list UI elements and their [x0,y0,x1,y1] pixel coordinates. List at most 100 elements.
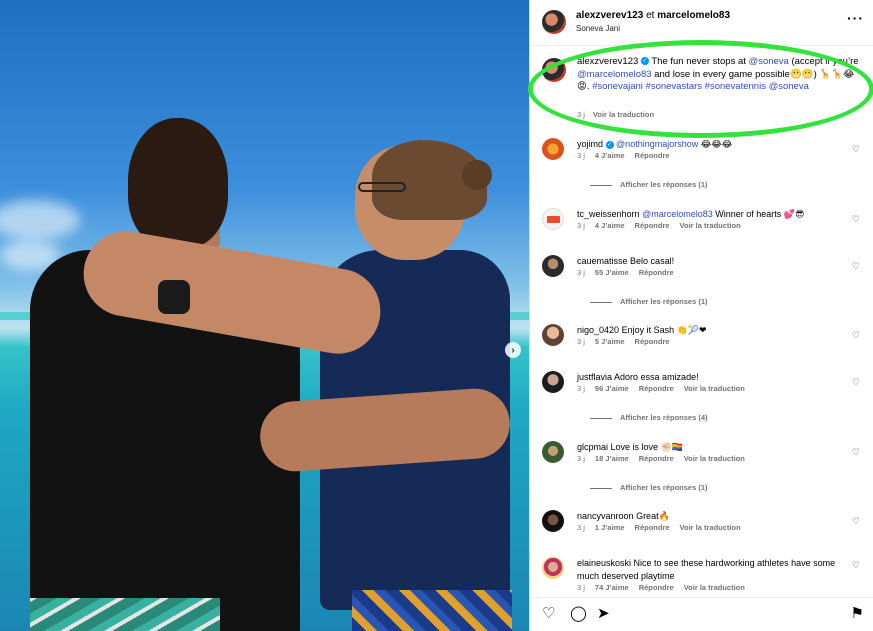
reply-button[interactable]: Répondre [635,221,670,230]
heart-icon[interactable]: ♡ [852,330,860,341]
heart-icon[interactable]: ♡ [852,516,860,527]
coauthor-link[interactable]: marcelomelo83 [657,10,730,21]
hair-bun [462,160,492,190]
verified-badge-icon: ✓ [640,57,649,66]
caption-username[interactable]: alexzverev123 [577,56,638,67]
avatar[interactable] [542,10,566,34]
heart-icon[interactable]: ♡ [852,447,860,458]
view-replies-button[interactable]: Afficher les réponses (1) [590,297,708,306]
comment-username[interactable]: nancyvanroon [577,511,634,521]
reply-button[interactable]: Répondre [639,268,674,277]
caption-segment: The fun never stops at [651,56,749,67]
post-panel: alexzverev123 et marcelomelo83 Soneva Ja… [529,0,873,631]
translate-link[interactable]: Voir la traduction [684,384,745,393]
reply-button[interactable]: Répondre [639,454,674,463]
timestamp: 3 j [577,110,585,119]
likes-count[interactable]: 74 J’aime [595,583,629,592]
heart-icon[interactable]: ♡ [852,144,860,155]
view-replies-button[interactable]: Afficher les réponses (1) [590,180,708,189]
mention-link[interactable]: @soneva [749,56,789,67]
translate-link[interactable]: Voir la traduction [684,454,745,463]
likes-count[interactable]: 1 J’aime [595,523,625,532]
translate-link[interactable]: Voir la traduction [593,110,654,119]
comment-username[interactable]: tc_weissenhorn [577,209,640,219]
avatar[interactable] [542,208,564,230]
avatar[interactable] [542,441,564,463]
view-replies-button[interactable]: Afficher les réponses (4) [590,413,708,422]
comment-body: Enjoy it Sash 👏🎾❤ [621,325,707,335]
translate-link[interactable]: Voir la traduction [680,221,741,230]
more-horizontal-icon: ··· [847,10,864,26]
mention-link[interactable]: @nothingmajorshow [616,139,698,149]
view-replies-button[interactable]: Afficher les réponses (1) [590,483,708,492]
comment-body: 😂😂😂 [698,139,733,149]
heart-icon[interactable]: ♡ [852,214,860,225]
post-photo: › [0,0,529,631]
timestamp: 3 j [577,337,585,346]
next-photo-button[interactable]: › [505,342,521,358]
heart-icon[interactable]: ♡ [542,606,555,622]
avatar[interactable] [542,371,564,393]
comment-meta: 3 j 1 J’aime Répondre Voir la traduction [577,523,751,532]
reply-button[interactable]: Répondre [639,384,674,393]
avatar[interactable] [542,138,564,160]
person-left-head [128,118,228,248]
hashtag-links[interactable]: #sonevajani #sonevastars #sonevatennis [592,81,766,92]
likes-count[interactable]: 4 J’aime [595,151,625,160]
timestamp: 3 j [577,268,585,277]
watch [158,280,190,314]
avatar[interactable] [542,255,564,277]
likes-count[interactable]: 55 J’aime [595,268,629,277]
comment-text: yojimd ✓ @nothingmajorshow 😂😂😂 [577,138,842,151]
likes-count[interactable]: 5 J’aime [595,337,625,346]
comment-username[interactable]: glcpmai [577,442,608,452]
likes-count[interactable]: 18 J’aime [595,454,629,463]
avatar[interactable] [542,557,564,579]
heart-icon[interactable]: ♡ [852,261,860,272]
shorts-left [30,598,220,631]
avatar[interactable] [542,510,564,532]
likes-count[interactable]: 4 J’aime [595,221,625,230]
more-options-button[interactable]: ··· [847,11,864,25]
comment-username[interactable]: nigo_0420 [577,325,619,335]
reply-button[interactable]: Répondre [635,523,670,532]
comment-text: nancyvanroon Great🔥 [577,510,842,523]
comment-username[interactable]: cauematisse [577,256,628,266]
reply-button[interactable]: Répondre [635,337,670,346]
reply-button[interactable]: Répondre [635,151,670,160]
likes-count[interactable]: 96 J’aime [595,384,629,393]
reply-button[interactable]: Répondre [639,583,674,592]
avatar[interactable] [542,58,566,82]
author-link[interactable]: alexzverev123 [576,10,643,21]
chevron-right-icon: › [511,344,515,356]
bookmark-icon[interactable]: ⚑ [851,606,864,622]
comment-text: elaineuskoski Nice to see these hardwork… [577,557,842,583]
comment-meta: 3 j 4 J’aime Répondre Voir la traduction [577,221,751,230]
caption-segment: (accept if you’re [788,56,859,67]
comment-meta: 3 j 18 J’aime Répondre Voir la traduction [577,454,755,463]
comment-username[interactable]: yojimd [577,139,603,149]
comment-username[interactable]: justflavia [577,372,612,382]
mention-link[interactable]: @marcelomelo83 [577,69,652,80]
comment-meta: 3 j 5 J’aime Répondre [577,337,680,346]
comment-text: cauematisse Belo casal! [577,255,842,268]
caption-text: alexzverev123 ✓ The fun never stops at @… [577,56,862,94]
comment-username[interactable]: elaineuskoski [577,558,631,568]
mention-link[interactable]: @marcelomelo83 [642,209,713,219]
post-header: alexzverev123 et marcelomelo83 Soneva Ja… [530,0,873,46]
timestamp: 3 j [577,523,585,532]
avatar[interactable] [542,324,564,346]
translate-link[interactable]: Voir la traduction [684,583,745,592]
translate-link[interactable]: Voir la traduction [680,523,741,532]
verified-badge-icon: ✓ [605,140,614,149]
mention-link[interactable]: @soneva [769,81,809,92]
heart-icon[interactable]: ♡ [852,560,860,571]
comment-body: Great🔥 [636,511,670,521]
heart-icon[interactable]: ♡ [852,377,860,388]
location-link[interactable]: Soneva Jani [576,24,620,33]
shorts-right [352,590,512,631]
comment-text: justflavia Adoro essa amizade! [577,371,842,384]
comment-meta: 3 j 96 J’aime Répondre Voir la traduction [577,384,755,393]
comment-icon[interactable]: ◯ [570,606,587,622]
share-icon[interactable]: ➤ [597,606,610,622]
